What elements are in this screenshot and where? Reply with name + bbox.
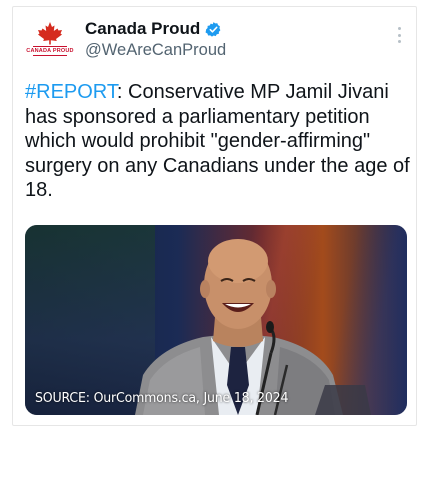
avatar-divider (33, 46, 67, 47)
media-caption: SOURCE: OurCommons.ca, June 18, 2024 (35, 390, 289, 406)
author-name-row: Canada Proud (85, 19, 222, 39)
author-handle[interactable]: @WeAreCanProud (85, 41, 226, 60)
tweet-text: #REPORT: Conservative MP Jamil Jivani ha… (25, 80, 410, 203)
hashtag-link[interactable]: #REPORT (25, 81, 117, 103)
speaker-photo (135, 239, 371, 415)
tweet-card[interactable]: CANADA PROUD Canada Proud @WeAreCanProud… (12, 6, 417, 426)
avatar[interactable]: CANADA PROUD (26, 21, 74, 69)
maple-leaf-icon (38, 22, 62, 45)
avatar-divider-bottom (33, 55, 67, 56)
verified-badge-icon (205, 21, 222, 38)
tweet-media-image[interactable]: SOURCE: OurCommons.ca, June 18, 2024 (25, 225, 407, 415)
author-name[interactable]: Canada Proud (85, 19, 200, 39)
avatar-logo-text: CANADA PROUD (26, 48, 74, 54)
more-options-icon[interactable] (398, 27, 402, 43)
